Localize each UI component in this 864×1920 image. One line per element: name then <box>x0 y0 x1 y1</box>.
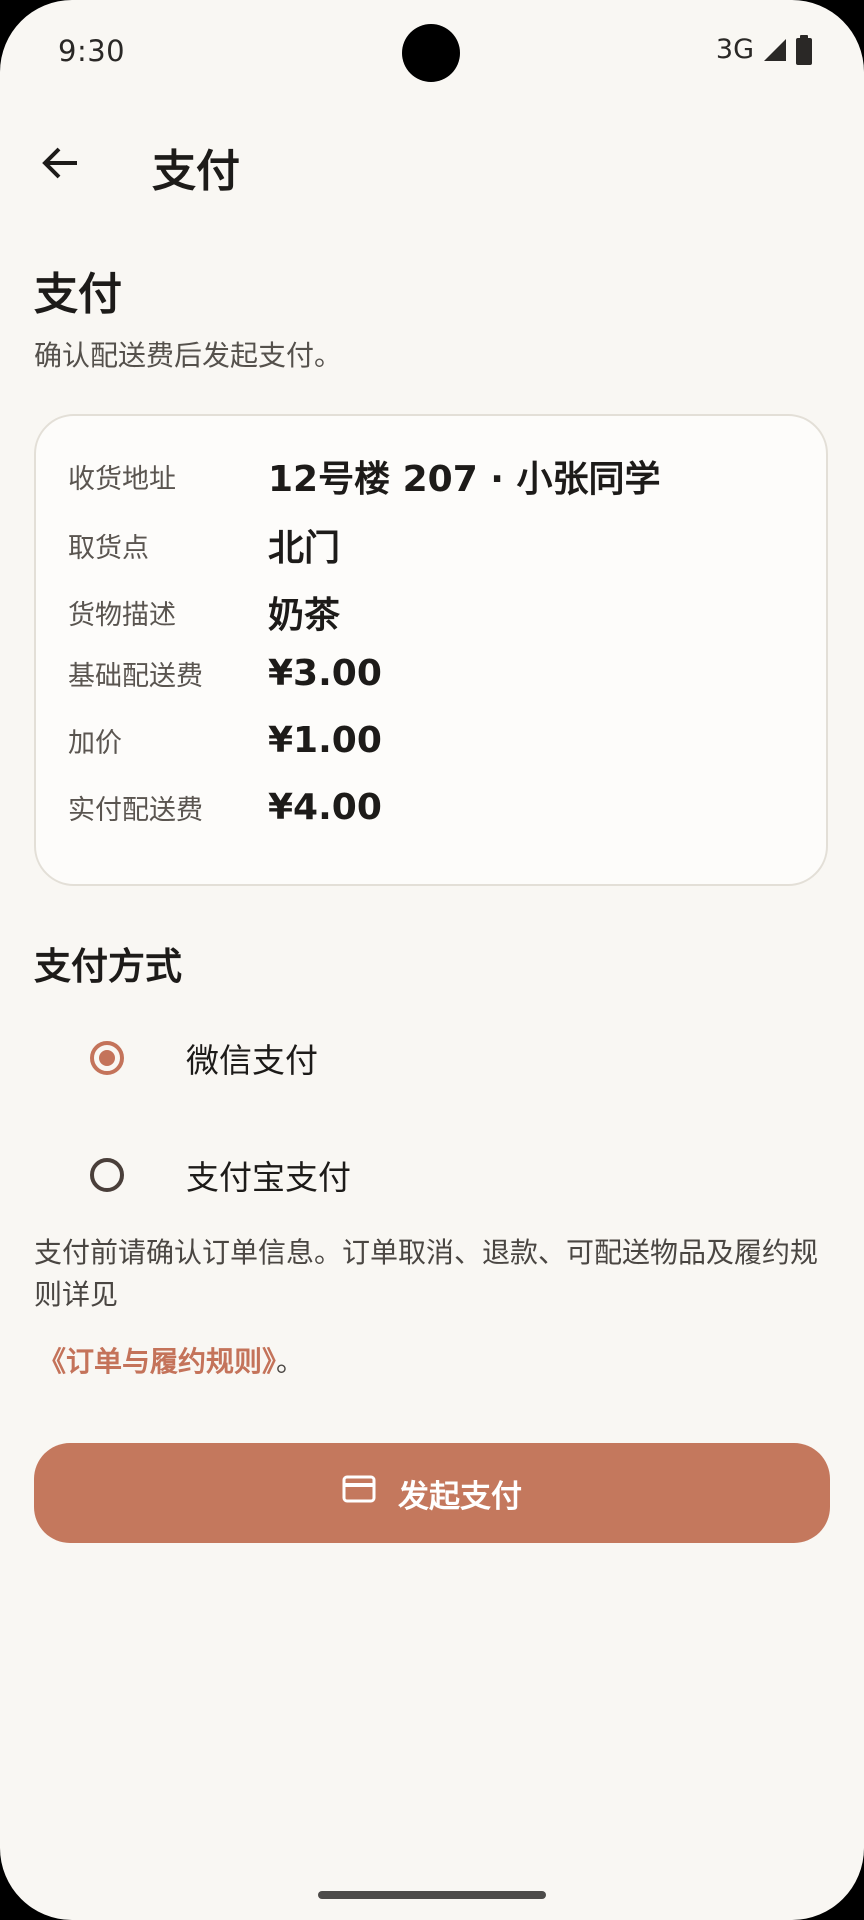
battery-icon <box>796 34 812 65</box>
page-heading: 支付 <box>34 269 122 320</box>
rules-line: 《订单与履约规则》。 <box>38 1340 304 1380</box>
start-payment-label: 发起支付 <box>398 1478 522 1515</box>
summary-label: 收货地址 <box>68 463 176 495</box>
network-type: 3G <box>715 34 754 65</box>
rules-suffix: 。 <box>276 1345 305 1378</box>
summary-value: ¥1.00 <box>268 720 382 761</box>
summary-label: 取货点 <box>68 532 149 564</box>
summary-label: 基础配送费 <box>68 661 203 692</box>
home-indicator[interactable] <box>318 1891 546 1899</box>
rules-link[interactable]: 《订单与履约规则》 <box>38 1345 276 1378</box>
status-icons: 3G <box>716 34 812 65</box>
page-subtitle: 确认配送费后发起支付。 <box>34 339 343 372</box>
summary-value: 12号楼 207 · 小张同学 <box>268 459 661 500</box>
payment-method-title: 支付方式 <box>34 945 182 988</box>
summary-row-markup: 加价 ¥1.00 <box>68 720 382 761</box>
status-time: 9:30 <box>58 34 126 68</box>
payment-screen: 9:30 3G 支付 支付 确认配送费后发起支付。 收货地址 12号楼 207 … <box>0 0 864 1920</box>
radio-unselected-icon[interactable] <box>90 1158 124 1192</box>
notice-text: 支付前请确认订单信息。订单取消、退款、可配送物品及履约规则详见 <box>34 1236 819 1311</box>
payment-option-label: 支付宝支付 <box>186 1158 351 1197</box>
summary-row-pickup: 取货点 北门 <box>68 519 340 571</box>
back-button[interactable] <box>28 133 92 197</box>
payment-option-label: 微信支付 <box>186 1041 318 1080</box>
payment-option-wechat[interactable]: 微信支付 <box>70 1013 790 1103</box>
summary-value: 北门 <box>268 528 341 569</box>
start-payment-button[interactable]: 发起支付 <box>34 1443 830 1543</box>
summary-row-description: 货物描述 奶茶 <box>68 586 340 638</box>
status-bar: 9:30 3G <box>0 0 864 110</box>
camera-cutout <box>402 24 460 82</box>
summary-row-address: 收货地址 12号楼 207 · 小张同学 <box>68 450 661 502</box>
app-bar: 支付 <box>0 125 864 205</box>
credit-card-icon <box>342 1475 376 1511</box>
radio-selected-icon[interactable] <box>90 1041 124 1075</box>
summary-row-total-fee: 实付配送费 ¥4.00 <box>68 787 382 828</box>
summary-value: ¥4.00 <box>268 787 382 828</box>
app-bar-title: 支付 <box>152 146 240 197</box>
summary-label: 加价 <box>68 728 122 759</box>
payment-option-alipay[interactable]: 支付宝支付 <box>70 1130 790 1220</box>
order-summary-card: 收货地址 12号楼 207 · 小张同学 取货点 北门 货物描述 奶茶 基础配送… <box>34 414 828 886</box>
summary-value: ¥3.00 <box>268 653 382 694</box>
summary-label: 实付配送费 <box>68 795 203 826</box>
arrow-left-icon <box>41 146 79 184</box>
summary-row-base-fee: 基础配送费 ¥3.00 <box>68 653 382 694</box>
summary-label: 货物描述 <box>68 599 176 631</box>
summary-value: 奶茶 <box>268 595 341 636</box>
signal-icon <box>762 37 788 63</box>
